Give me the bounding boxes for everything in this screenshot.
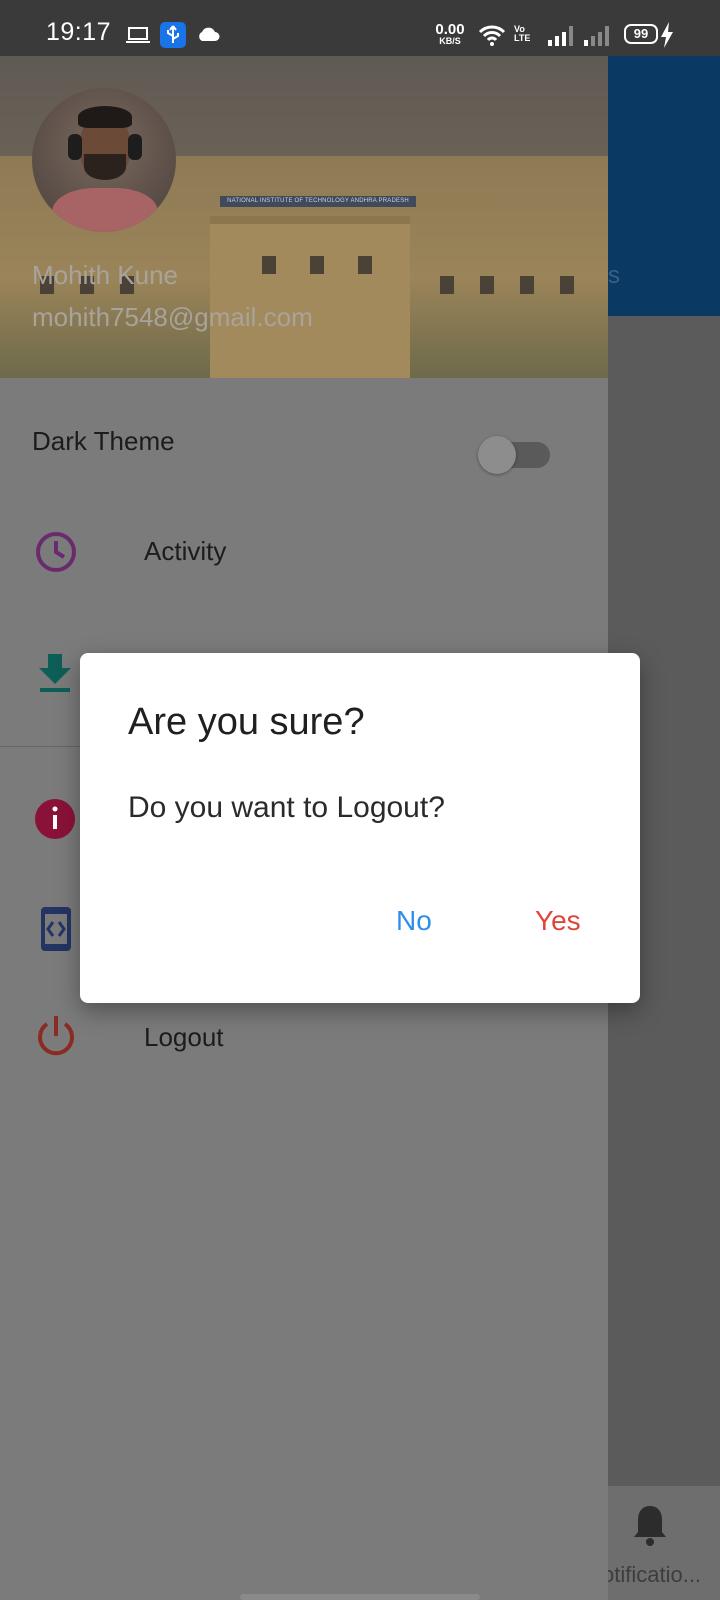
background-app-bar: s <box>608 56 720 316</box>
menu-item-activity[interactable]: Activity <box>144 536 226 567</box>
signal-icon-2 <box>584 26 609 46</box>
building-sign: NATIONAL INSTITUTE OF TECHNOLOGY ANDHRA … <box>220 196 416 207</box>
notifications-nav-label: otificatio... <box>602 1562 702 1587</box>
dialog-message: Do you want to Logout? <box>128 791 445 824</box>
logout-confirm-dialog: Are you sure? Do you want to Logout? No … <box>80 653 640 1003</box>
status-bar: 19:17 0.00 KB/S Vo LTE 99 <box>0 0 720 56</box>
dialog-title: Are you sure? <box>128 701 365 743</box>
info-icon[interactable] <box>34 798 76 840</box>
cloud-icon <box>199 27 220 41</box>
signal-icon <box>548 26 573 46</box>
background-app-title-fragment: s <box>608 262 620 289</box>
dark-theme-label: Dark Theme <box>32 426 175 456</box>
no-button[interactable]: No <box>396 905 432 937</box>
clock-icon <box>36 532 76 572</box>
power-icon <box>38 1016 74 1056</box>
laptop-icon <box>126 27 150 43</box>
drawer-header: NATIONAL INSTITUTE OF TECHNOLOGY ANDHRA … <box>0 56 608 378</box>
menu-item-logout[interactable]: Logout <box>144 1022 224 1053</box>
status-time: 19:17 <box>46 18 112 46</box>
bell-icon <box>634 1506 666 1546</box>
download-icon[interactable] <box>38 654 72 694</box>
charging-icon <box>661 22 673 48</box>
user-name: Mohith Kune <box>32 260 178 290</box>
yes-button[interactable]: Yes <box>535 905 581 937</box>
user-email: mohith7548@gmail.com <box>32 302 313 332</box>
volte-indicator: Vo LTE <box>514 24 531 43</box>
dark-theme-toggle[interactable] <box>478 434 550 474</box>
code-icon[interactable] <box>40 906 72 952</box>
background-bottom-nav: otificatio... <box>602 1486 720 1600</box>
network-speed: 0.00 KB/S <box>435 21 465 46</box>
wifi-icon <box>478 25 506 46</box>
usb-icon <box>160 22 186 48</box>
home-indicator[interactable] <box>240 1594 480 1600</box>
avatar[interactable] <box>32 88 176 232</box>
battery-icon: 99 <box>624 24 658 44</box>
